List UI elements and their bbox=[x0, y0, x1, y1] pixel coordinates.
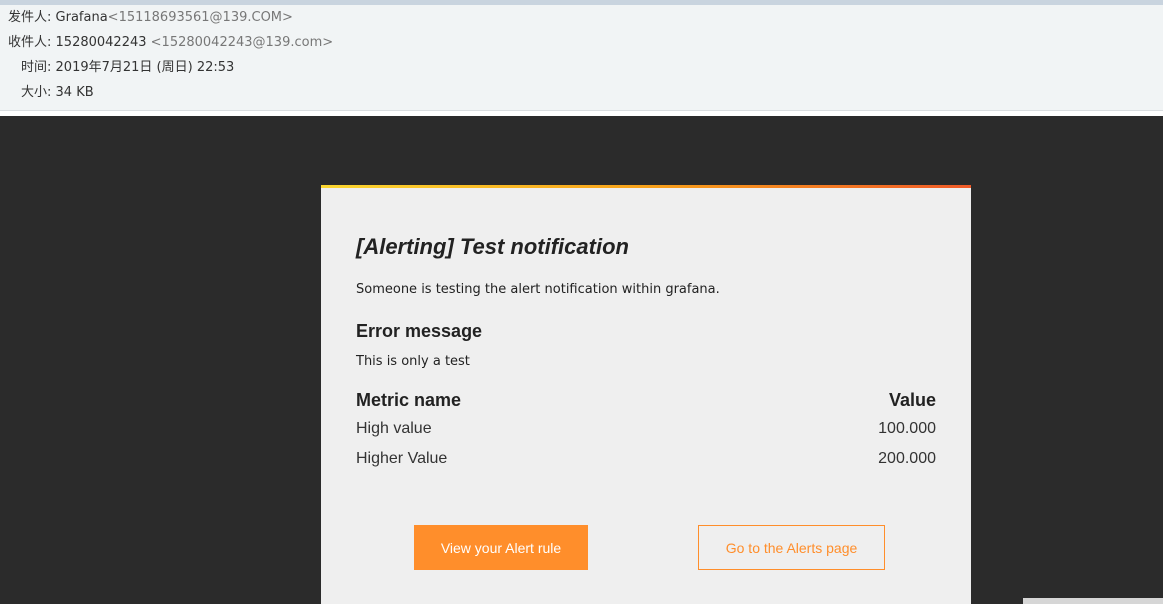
metric-value: 100.000 bbox=[878, 420, 936, 437]
metric-value-header: Value bbox=[888, 390, 936, 410]
metrics-table: Metric name Value High value 100.000 Hig… bbox=[356, 390, 936, 480]
size-value: 34 KB bbox=[55, 85, 94, 100]
view-alert-rule-button[interactable]: View your Alert rule bbox=[414, 525, 588, 570]
table-row: High value 100.000 bbox=[356, 420, 936, 450]
from-label: 发件人: bbox=[8, 10, 52, 25]
size-row: 大小: 34 KB bbox=[21, 85, 94, 101]
from-row: 发件人: Grafana<15118693561@139.COM> bbox=[8, 10, 293, 26]
from-name[interactable]: Grafana bbox=[56, 10, 108, 25]
email-header: 发件人: Grafana<15118693561@139.COM> 收件人: 1… bbox=[0, 0, 1163, 111]
card-gradient-bar bbox=[321, 185, 971, 188]
size-label: 大小: bbox=[21, 85, 52, 100]
to-label: 收件人: bbox=[8, 35, 52, 50]
alerts-page-button[interactable]: Go to the Alerts page bbox=[698, 525, 885, 570]
scrollbar[interactable] bbox=[1023, 598, 1163, 604]
table-row: Higher Value 200.000 bbox=[356, 450, 936, 480]
metric-name: Higher Value bbox=[356, 450, 448, 467]
error-message-text: This is only a test bbox=[356, 354, 470, 369]
metric-value: 200.000 bbox=[878, 450, 936, 467]
error-message-heading: Error message bbox=[356, 321, 483, 341]
time-label: 时间: bbox=[21, 60, 52, 75]
metric-name: High value bbox=[356, 420, 432, 437]
to-address[interactable]: <15280042243@139.com> bbox=[151, 35, 333, 50]
time-row: 时间: 2019年7月21日 (周日) 22:53 bbox=[21, 60, 234, 76]
to-row: 收件人: 15280042243 <15280042243@139.com> bbox=[8, 35, 333, 51]
header-top-border bbox=[0, 0, 1163, 5]
notification-intro: Someone is testing the alert notificatio… bbox=[356, 282, 720, 297]
metric-name-header: Metric name bbox=[356, 390, 462, 410]
time-value: 2019年7月21日 (周日) 22:53 bbox=[55, 60, 235, 75]
metrics-header-row: Metric name Value bbox=[356, 390, 936, 420]
header-divider bbox=[0, 111, 1163, 116]
to-name[interactable]: 15280042243 bbox=[56, 35, 147, 50]
from-address[interactable]: <15118693561@139.COM> bbox=[108, 10, 293, 25]
notification-title: [Alerting] Test notification bbox=[356, 234, 629, 259]
alert-notification-card: [Alerting] Test notification Someone is … bbox=[321, 185, 971, 604]
